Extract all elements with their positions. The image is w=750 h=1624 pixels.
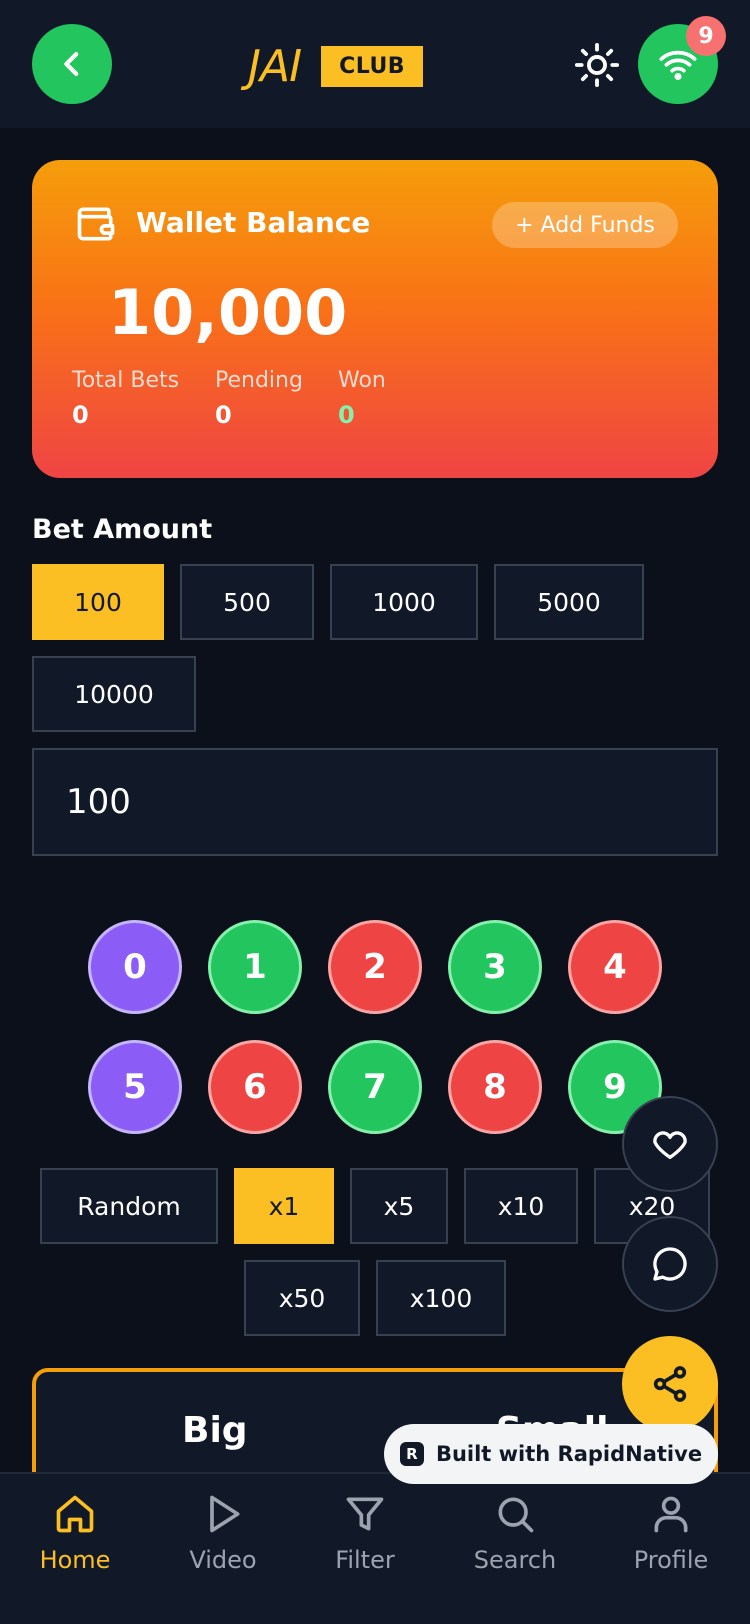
nav-filter[interactable]: Filter bbox=[300, 1492, 430, 1574]
number-ball-2[interactable]: 2 bbox=[328, 920, 422, 1014]
bet-chip-500[interactable]: 500 bbox=[180, 564, 314, 640]
stat-value: 0 bbox=[338, 401, 355, 429]
filter-icon bbox=[346, 1497, 384, 1531]
share-button[interactable] bbox=[622, 1336, 718, 1432]
multiplier-x100[interactable]: x100 bbox=[376, 1260, 506, 1336]
theme-toggle-button[interactable] bbox=[572, 40, 622, 90]
stat-label: Won bbox=[338, 368, 386, 393]
multiplier-x1[interactable]: x1 bbox=[234, 1168, 334, 1244]
app-logo: JAI CLUB bbox=[248, 38, 424, 94]
top-header: JAI CLUB 9 bbox=[0, 0, 750, 128]
stat-won: Won 0 bbox=[338, 368, 386, 429]
logo-badge: CLUB bbox=[321, 45, 424, 87]
nav-home[interactable]: Home bbox=[10, 1492, 140, 1574]
bottom-navigation: Home Video Filter Search Profile bbox=[0, 1472, 750, 1624]
wallet-balance: 10,000 bbox=[108, 276, 348, 349]
chat-button[interactable] bbox=[622, 1216, 718, 1312]
back-button[interactable] bbox=[32, 24, 112, 104]
number-ball-0[interactable]: 0 bbox=[88, 920, 182, 1014]
number-ball-6[interactable]: 6 bbox=[208, 1040, 302, 1134]
bet-amount-input[interactable]: 100 bbox=[32, 748, 718, 856]
heart-icon bbox=[653, 1131, 687, 1159]
stat-label: Pending bbox=[215, 368, 303, 393]
number-ball-5[interactable]: 5 bbox=[88, 1040, 182, 1134]
built-with-badge[interactable]: R Built with RapidNative bbox=[384, 1424, 718, 1484]
search-icon bbox=[498, 1497, 534, 1533]
stat-label: Total Bets bbox=[72, 368, 180, 393]
play-icon bbox=[210, 1495, 240, 1533]
stat-pending: Pending 0 bbox=[215, 368, 303, 429]
bet-chip-10000[interactable]: 10000 bbox=[32, 656, 196, 732]
wallet-card: Wallet Balance + Add Funds 10,000 Total … bbox=[32, 160, 718, 478]
rapidnative-logo-icon: R bbox=[399, 1442, 424, 1466]
nav-label: Search bbox=[473, 1546, 557, 1574]
number-ball-4[interactable]: 4 bbox=[568, 920, 662, 1014]
share-icon bbox=[653, 1366, 687, 1402]
chat-icon bbox=[653, 1247, 687, 1281]
wallet-title: Wallet Balance bbox=[136, 206, 371, 239]
bet-chip-5000[interactable]: 5000 bbox=[494, 564, 644, 640]
notification-badge: 9 bbox=[686, 16, 726, 56]
nav-label: Filter bbox=[335, 1546, 395, 1574]
stat-value: 0 bbox=[72, 401, 89, 429]
profile-icon bbox=[654, 1496, 688, 1533]
logo-text: JAI bbox=[248, 40, 302, 92]
bet-amount-label: Bet Amount bbox=[32, 514, 213, 545]
number-ball-3[interactable]: 3 bbox=[448, 920, 542, 1014]
number-ball-1[interactable]: 1 bbox=[208, 920, 302, 1014]
nav-label: Home bbox=[39, 1546, 111, 1574]
home-icon bbox=[56, 1495, 94, 1533]
nav-label: Profile bbox=[633, 1546, 709, 1574]
nav-profile[interactable]: Profile bbox=[606, 1492, 736, 1574]
bet-chip-1000[interactable]: 1000 bbox=[330, 564, 478, 640]
nav-search[interactable]: Search bbox=[450, 1492, 580, 1574]
stat-total-bets: Total Bets 0 bbox=[72, 368, 179, 429]
number-ball-8[interactable]: 8 bbox=[448, 1040, 542, 1134]
big-button[interactable]: Big bbox=[182, 1410, 248, 1451]
favorite-button[interactable] bbox=[622, 1096, 718, 1192]
multiplier-x5[interactable]: x5 bbox=[350, 1168, 448, 1244]
add-funds-button[interactable]: + Add Funds bbox=[492, 202, 678, 248]
sun-icon bbox=[574, 42, 620, 88]
number-ball-7[interactable]: 7 bbox=[328, 1040, 422, 1134]
random-button[interactable]: Random bbox=[40, 1168, 218, 1244]
nav-video[interactable]: Video bbox=[158, 1492, 288, 1574]
stat-value: 0 bbox=[215, 401, 232, 429]
built-with-text: Built with RapidNative bbox=[435, 1442, 703, 1466]
multiplier-x50[interactable]: x50 bbox=[244, 1260, 360, 1336]
bet-chip-100[interactable]: 100 bbox=[32, 564, 164, 640]
multiplier-x10[interactable]: x10 bbox=[464, 1168, 578, 1244]
chevron-left-icon bbox=[64, 51, 79, 77]
nav-label: Video bbox=[189, 1546, 257, 1574]
wallet-icon bbox=[77, 207, 115, 241]
